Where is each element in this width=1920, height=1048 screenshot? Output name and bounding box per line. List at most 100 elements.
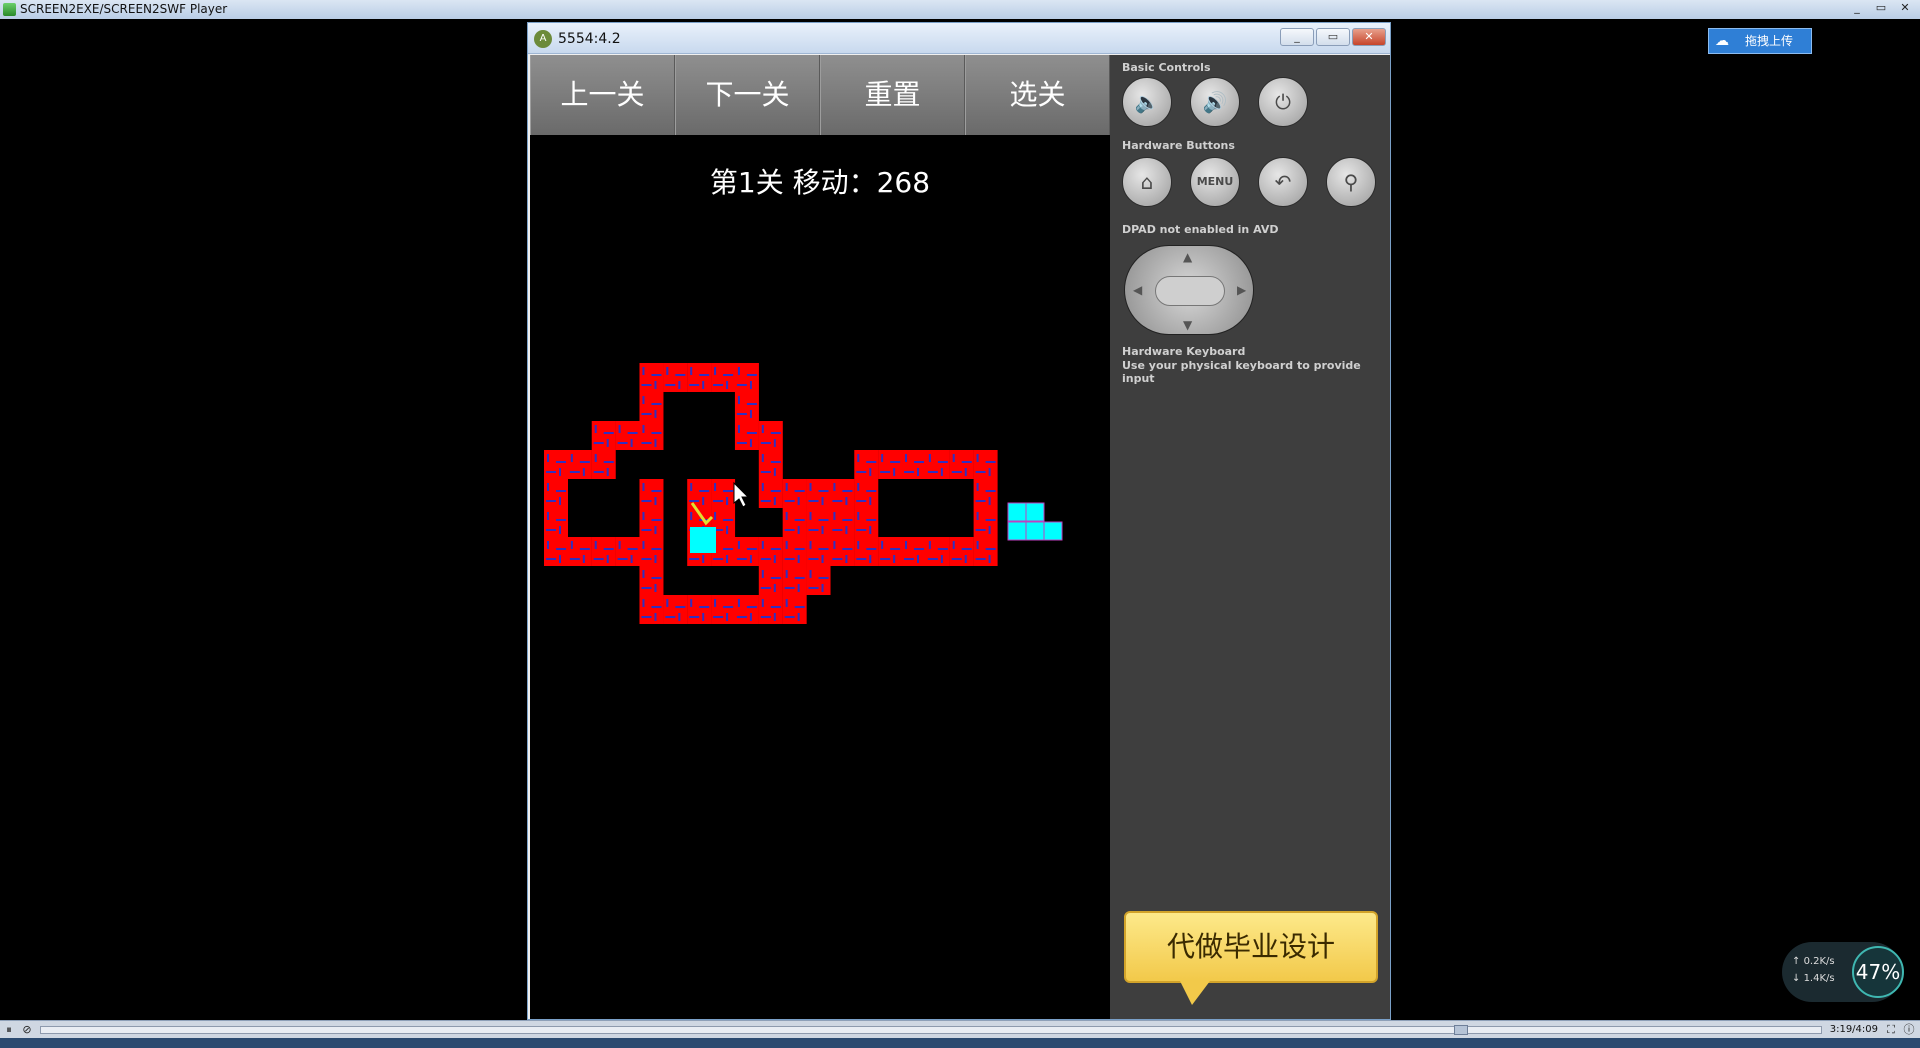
wall-tile [544,450,568,479]
wall-tile [782,566,807,595]
wall-tile [925,450,950,479]
basic-controls-label: Basic Controls [1122,61,1211,74]
wall-tile [734,392,759,421]
wall-tile [782,479,807,508]
fullscreen-button[interactable]: ⛶ [1884,1023,1898,1037]
upload-speed: ↑ 0.2K/s [1792,956,1835,967]
wall-tile [591,421,616,450]
ad-banner-tail [1180,981,1210,1005]
dpad[interactable]: ▲ ▼ ◀ ▶ [1124,245,1254,335]
upload-button[interactable]: ☁ 拖拽上传 [1708,28,1812,54]
maximize-button[interactable]: ▭ [1870,1,1892,16]
emulator-window: A 5554:4.2 _ ▭ ✕ 上一关 下一关 重置 选关 第1关 移动：26… [527,22,1391,1020]
wall-tile [687,479,712,508]
wall-tile [639,421,664,450]
close-button[interactable]: ✕ [1894,1,1916,16]
wall-tile [758,479,783,508]
wall-tile [591,537,616,566]
ad-banner[interactable]: 代做毕业设计 [1124,911,1378,983]
wall-tile [734,421,759,450]
target-tile [1007,521,1027,541]
back-button[interactable]: ↶ [1258,157,1308,207]
player-controls: ⏸ ⊘ 3:19/4:09 ⛶ ⓘ [0,1020,1920,1038]
wall-tile [806,508,831,537]
wall-tile [544,479,568,508]
wall-tile [687,363,712,392]
wall-tile [711,363,736,392]
emulator-close-button[interactable]: ✕ [1352,28,1386,46]
cloud-icon: ☁ [1715,33,1729,49]
stop-button[interactable]: ⊘ [20,1023,34,1037]
network-speed-widget[interactable]: ↑ 0.2K/s ↓ 1.4K/s 47% [1782,942,1904,1002]
wall-tile [878,450,903,479]
home-icon: ⌂ [1140,170,1154,194]
search-button[interactable]: ⚲ [1326,157,1376,207]
wall-tile [902,450,927,479]
minimize-button[interactable]: _ [1846,1,1868,16]
player-title: SCREEN2EXE/SCREEN2SWF Player [20,2,228,16]
wall-tile [734,537,759,566]
wall-tile [711,479,736,508]
back-icon: ↶ [1274,170,1292,194]
target-tile [1043,521,1063,541]
keyboard-label: Hardware Keyboard [1122,345,1246,358]
wall-tile [639,595,664,624]
hardware-buttons-label: Hardware Buttons [1122,139,1235,152]
dpad-left-icon[interactable]: ◀ [1133,283,1142,297]
volume-up-button[interactable]: 🔊 [1190,77,1240,127]
volume-up-icon: 🔊 [1202,90,1228,114]
dpad-down-icon[interactable]: ▼ [1183,318,1192,332]
wall-tile [663,363,688,392]
wall-tile [663,595,688,624]
wall-tile [639,392,664,421]
dpad-right-icon[interactable]: ▶ [1237,283,1246,297]
menu-icon: MENU [1196,175,1234,188]
game-screen[interactable]: 上一关 下一关 重置 选关 第1关 移动：268 [530,55,1110,1019]
dpad-center[interactable] [1155,276,1225,306]
emulator-minimize-button[interactable]: _ [1280,28,1314,46]
wall-tile [639,566,664,595]
home-button[interactable]: ⌂ [1122,157,1172,207]
emulator-title: 5554:4.2 [558,31,621,47]
power-icon: ⏻ [1275,90,1291,114]
wall-tile [782,537,807,566]
target-tile [1025,502,1045,522]
wall-tile [949,537,974,566]
wall-tile [782,595,807,624]
dpad-label: DPAD not enabled in AVD [1122,223,1279,236]
wall-tile [544,537,568,566]
emulator-maximize-button[interactable]: ▭ [1316,28,1350,46]
power-button[interactable]: ⏻ [1258,77,1308,127]
wall-tile [758,421,783,450]
wall-tile [925,537,950,566]
search-icon: ⚲ [1343,170,1359,194]
seek-thumb[interactable] [1453,1025,1468,1035]
wall-tile [639,363,664,392]
wall-tile [758,537,783,566]
android-icon: A [534,30,552,48]
wall-tile [973,508,998,537]
memory-percent: 47% [1852,946,1904,998]
wall-tile [758,450,783,479]
taskbar [0,1038,1920,1048]
menu-button[interactable]: MENU [1190,157,1240,207]
wall-tile [973,537,998,566]
wall-tile [830,479,855,508]
info-button[interactable]: ⓘ [1902,1023,1916,1037]
wall-tile [854,479,879,508]
pause-button[interactable]: ⏸ [2,1023,16,1037]
seek-bar[interactable] [40,1025,1822,1035]
wall-tile [973,450,998,479]
dpad-up-icon[interactable]: ▲ [1183,250,1192,264]
wall-tile [567,537,592,566]
box-tile[interactable] [690,527,716,553]
wall-tile [639,537,664,566]
keyboard-note: Use your physical keyboard to provide in… [1122,359,1361,385]
wall-tile [902,537,927,566]
wall-tile [615,537,640,566]
emulator-window-controls: _ ▭ ✕ [1280,28,1386,46]
wall-tile [830,537,855,566]
sokoban-board[interactable] [530,55,1110,1019]
wall-tile [806,479,831,508]
volume-down-button[interactable]: 🔈 [1122,77,1172,127]
